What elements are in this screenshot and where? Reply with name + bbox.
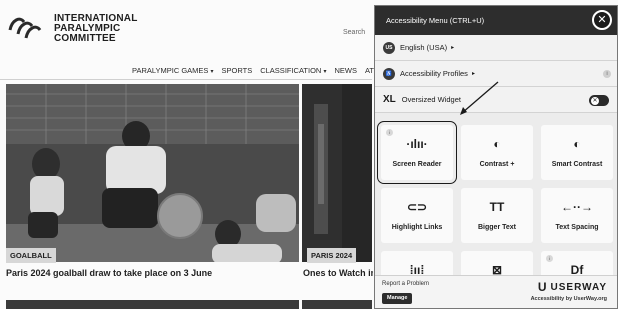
text-size-icon: TT bbox=[489, 200, 505, 214]
contrast-plus-button[interactable]: ◐ Contrast + bbox=[461, 125, 533, 180]
oversized-widget-label: Oversized Widget bbox=[401, 95, 461, 104]
article-image-paris[interactable] bbox=[302, 84, 372, 262]
highlight-links-button[interactable]: ⊂⊃ Highlight Links bbox=[381, 188, 453, 243]
nav-news[interactable]: NEWS bbox=[334, 66, 357, 75]
info-icon[interactable]: i bbox=[386, 129, 393, 136]
toggle-off-icon: ✕ bbox=[591, 96, 599, 105]
card-label: Highlight Links bbox=[391, 224, 443, 231]
text-spacing-button[interactable]: ←··→ Text Spacing bbox=[541, 188, 613, 243]
card-label: Bigger Text bbox=[478, 224, 516, 231]
agitos-logo-icon bbox=[8, 17, 42, 39]
close-icon: ✕ bbox=[597, 14, 607, 26]
chevron-down-icon: ▾ bbox=[323, 69, 327, 75]
oversized-widget-toggle[interactable]: ✕ bbox=[589, 95, 609, 106]
nav-classification[interactable]: CLASSIFICATION ▾ bbox=[260, 66, 326, 75]
card-label: Smart Contrast bbox=[551, 161, 603, 168]
next-article-image[interactable] bbox=[6, 300, 299, 309]
nav-paralympic-games[interactable]: PARALYMPIC GAMES ▾ bbox=[132, 66, 214, 75]
panel-footer: Report a Problem Manage U USERWAY Access… bbox=[375, 275, 617, 308]
card-label: Contrast + bbox=[479, 161, 515, 168]
site-search[interactable]: Search bbox=[343, 29, 365, 36]
chevron-right-icon: ▸ bbox=[451, 45, 455, 51]
accessibility-person-icon: ♿ bbox=[383, 67, 395, 80]
article-tag[interactable]: GOALBALL bbox=[6, 248, 56, 263]
panel-header: Accessibility Menu (CTRL+U) ✕ bbox=[375, 6, 617, 35]
language-label: English (USA) bbox=[400, 43, 448, 52]
site-main-nav: PARALYMPIC GAMES ▾ SPORTS CLASSIFICATION… bbox=[132, 66, 403, 75]
feature-grid: i ·ılıı· Screen Reader ◐ Contrast + ◐ Sm… bbox=[375, 117, 618, 277]
userway-logo[interactable]: U USERWAY bbox=[538, 280, 607, 294]
nav-divider bbox=[0, 79, 372, 80]
language-selector[interactable]: US English (USA) ▸ bbox=[375, 35, 617, 61]
userway-byline: Accessibility by UserWay.org bbox=[530, 296, 607, 302]
article-headline[interactable]: Ones to Watch in bbox=[303, 268, 373, 278]
info-icon[interactable]: i bbox=[546, 255, 553, 262]
profiles-label: Accessibility Profiles bbox=[400, 69, 468, 78]
waveform-icon: ·ılıı· bbox=[406, 137, 428, 151]
manage-button[interactable]: Manage bbox=[382, 293, 413, 304]
info-icon[interactable]: i bbox=[603, 70, 611, 78]
paris-photo bbox=[302, 84, 372, 262]
oversized-widget-row: XL Oversized Widget ✕ bbox=[375, 87, 617, 113]
nav-label: CLASSIFICATION bbox=[260, 66, 322, 75]
pause-animations-button[interactable]: ⁞ıı⁞ bbox=[381, 251, 453, 277]
chevron-right-icon: ▸ bbox=[471, 71, 475, 77]
ipc-logo[interactable]: INTERNATIONAL PARALYMPIC COMMITTEE bbox=[8, 14, 138, 44]
close-button[interactable]: ✕ bbox=[592, 10, 612, 30]
report-problem-link[interactable]: Report a Problem bbox=[382, 281, 429, 287]
chevron-down-icon: ▾ bbox=[210, 69, 214, 75]
panel-title: Accessibility Menu (CTRL+U) bbox=[386, 16, 485, 25]
screen-reader-button[interactable]: i ·ılıı· Screen Reader bbox=[377, 121, 457, 184]
link-icon: ⊂⊃ bbox=[406, 200, 428, 214]
userway-u-icon: U bbox=[537, 280, 548, 294]
goalball-photo bbox=[6, 84, 299, 262]
userway-wordmark: USERWAY bbox=[550, 281, 607, 293]
nav-sports[interactable]: SPORTS bbox=[222, 66, 253, 75]
nav-label: PARALYMPIC GAMES bbox=[132, 66, 209, 75]
accessibility-profiles[interactable]: ♿ Accessibility Profiles ▸ i bbox=[375, 61, 617, 87]
bigger-text-button[interactable]: TT Bigger Text bbox=[461, 188, 533, 243]
xl-icon: XL bbox=[383, 94, 396, 105]
flag-us-icon: US bbox=[383, 41, 395, 54]
dyslexia-friendly-button[interactable]: i Df bbox=[541, 251, 613, 277]
smart-contrast-icon: ◐ bbox=[573, 137, 581, 151]
article-image-goalball[interactable] bbox=[6, 84, 299, 262]
smart-contrast-button[interactable]: ◐ Smart Contrast bbox=[541, 125, 613, 180]
logo-line: COMMITTEE bbox=[54, 33, 116, 44]
nav-label: SPORTS bbox=[221, 66, 253, 75]
contrast-icon: ◐ bbox=[493, 137, 501, 151]
nav-label: NEWS bbox=[334, 66, 357, 75]
article-tag[interactable]: PARIS 2024 bbox=[307, 248, 357, 263]
ipc-logo-text: INTERNATIONAL PARALYMPIC COMMITTEE bbox=[54, 14, 138, 44]
text-spacing-icon: ←··→ bbox=[561, 200, 593, 214]
accessibility-menu-panel: Accessibility Menu (CTRL+U) ✕ US English… bbox=[374, 5, 618, 309]
hide-images-button[interactable]: ⊠ bbox=[461, 251, 533, 277]
article-headline[interactable]: Paris 2024 goalball draw to take place o… bbox=[6, 268, 212, 278]
card-label: Text Spacing bbox=[555, 224, 599, 231]
card-label: Screen Reader bbox=[392, 161, 442, 168]
next-article-image[interactable] bbox=[302, 300, 372, 309]
